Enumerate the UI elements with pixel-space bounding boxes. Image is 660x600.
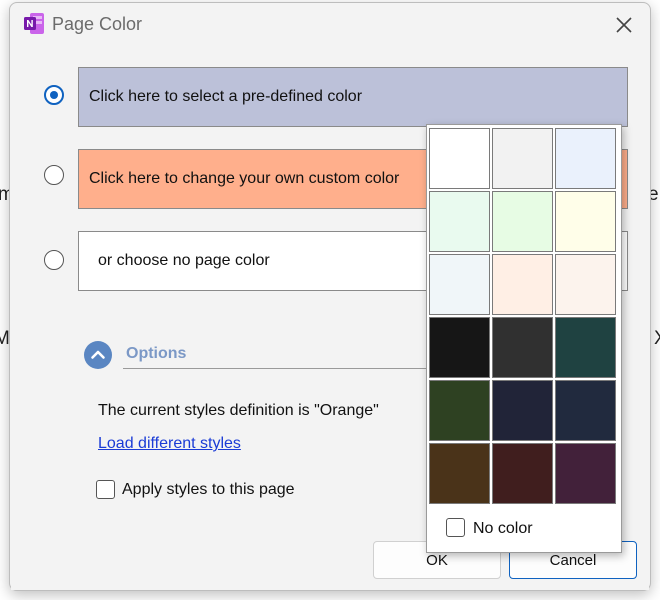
color-swatch[interactable] (492, 254, 553, 315)
no-color-checkbox[interactable] (446, 518, 465, 537)
color-swatch[interactable] (429, 443, 490, 504)
color-swatch[interactable] (429, 128, 490, 189)
onenote-icon (24, 13, 44, 34)
color-swatch[interactable] (492, 128, 553, 189)
title-bar: Page Color (10, 3, 650, 47)
color-swatch[interactable] (429, 191, 490, 252)
color-swatch[interactable] (555, 191, 616, 252)
color-swatch[interactable] (492, 443, 553, 504)
predefined-color-radio[interactable] (44, 85, 64, 105)
apply-styles-label: Apply styles to this page (122, 481, 295, 498)
predefined-color-label: Click here to select a pre-defined color (89, 88, 363, 105)
ok-button-label: OK (426, 551, 448, 569)
color-swatch[interactable] (555, 317, 616, 378)
color-swatch[interactable] (555, 443, 616, 504)
no-color-radio[interactable] (44, 250, 64, 270)
current-styles-text: The current styles definition is "Orange… (98, 402, 379, 419)
apply-styles-checkbox[interactable] (96, 480, 115, 499)
options-header: Options (126, 345, 187, 362)
color-swatch[interactable] (429, 380, 490, 441)
no-color-checkbox-label: No color (473, 520, 533, 537)
predefined-color-button[interactable]: Click here to select a pre-defined color (78, 67, 628, 127)
custom-color-label: Click here to change your own custom col… (89, 170, 400, 187)
color-swatch[interactable] (492, 317, 553, 378)
color-swatch[interactable] (555, 128, 616, 189)
color-swatch[interactable] (492, 380, 553, 441)
color-swatch[interactable] (492, 191, 553, 252)
chevron-up-icon (91, 350, 105, 359)
options-collapse-button[interactable] (84, 341, 112, 369)
color-swatch[interactable] (429, 254, 490, 315)
no-color-label: or choose no page color (98, 252, 270, 269)
dialog-title: Page Color (52, 14, 143, 34)
close-icon[interactable] (610, 11, 638, 39)
custom-color-radio[interactable] (44, 165, 64, 185)
color-swatch[interactable] (555, 254, 616, 315)
load-styles-link[interactable]: Load different styles (98, 435, 241, 453)
color-swatch[interactable] (555, 380, 616, 441)
background-text: X (654, 328, 660, 350)
color-swatch[interactable] (429, 317, 490, 378)
cancel-button-label: Cancel (549, 551, 597, 569)
color-palette-dropdown: No color (426, 124, 622, 553)
